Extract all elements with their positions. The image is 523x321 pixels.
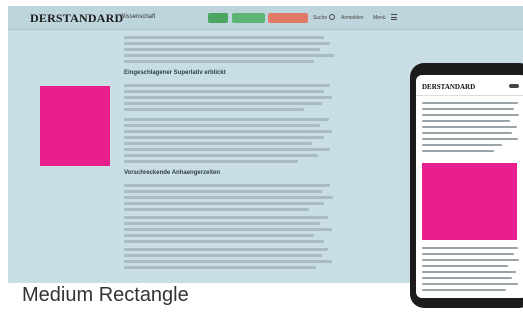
nav-link-menu[interactable]: Menü — [373, 15, 386, 21]
phone-text-line — [422, 114, 519, 116]
article-text-line — [124, 260, 332, 263]
nav-link-suche[interactable]: Suche — [313, 15, 327, 21]
article-text-line — [124, 96, 332, 99]
section-label[interactable]: › Wissenschaft — [116, 14, 155, 20]
article-text-line — [124, 184, 330, 187]
article-text-line — [124, 118, 329, 121]
article-text-line — [124, 130, 332, 133]
article-text-line — [124, 190, 322, 193]
article-text-line — [124, 208, 309, 211]
nav-pill-2[interactable] — [232, 13, 265, 23]
phone-text-line — [422, 277, 512, 279]
nav-link-anmelden[interactable]: Anmelden — [341, 15, 364, 21]
article-text-line — [124, 154, 318, 157]
key-icon[interactable] — [509, 84, 519, 88]
article-text-line — [124, 228, 332, 231]
phone-text-line — [422, 283, 518, 285]
phone-mockup: DERSTANDARD — [410, 63, 523, 308]
phone-text-line — [422, 102, 518, 104]
phone-text-line — [422, 265, 508, 267]
phone-site-logo[interactable]: DERSTANDARD — [422, 83, 475, 91]
article-text-line — [124, 240, 324, 243]
article-text-line — [124, 48, 320, 51]
phone-text-line — [422, 247, 518, 249]
menu-icon[interactable] — [391, 14, 397, 20]
article-text-line — [124, 54, 334, 57]
phone-text-line — [422, 126, 517, 128]
site-logo[interactable]: DERSTANDARD — [30, 11, 123, 26]
article-text-line — [124, 136, 324, 139]
article-text-line — [124, 148, 330, 151]
phone-text-line — [422, 144, 502, 146]
site-header: DERSTANDARD › Wissenschaft Suche Anmelde… — [8, 6, 523, 30]
article-text-line — [124, 102, 322, 105]
article-text-line — [124, 234, 314, 237]
article-text-line — [124, 124, 320, 127]
phone-text-line — [422, 150, 494, 152]
article-text-line — [124, 90, 324, 93]
divider — [416, 95, 523, 96]
article-text-line — [124, 266, 316, 269]
medium-rectangle-ad-mobile[interactable] — [422, 163, 517, 240]
article-text-line — [124, 42, 330, 45]
phone-text-line — [422, 108, 514, 110]
article-subheading: Eingeschlagener Superlativ erblickt — [124, 70, 226, 76]
nav-pill-1[interactable] — [208, 13, 228, 23]
article-text-line — [124, 84, 330, 87]
article-text-line — [124, 222, 320, 225]
nav-pill-3[interactable] — [268, 13, 308, 23]
article-text-line — [124, 160, 298, 163]
phone-text-line — [422, 138, 518, 140]
article-text-line — [124, 248, 328, 251]
caption: Medium Rectangle — [22, 284, 189, 306]
article-text-line — [124, 36, 324, 39]
article-text-line — [124, 202, 324, 205]
article-text-line — [124, 60, 314, 63]
phone-text-line — [422, 132, 512, 134]
article-text-line — [124, 196, 333, 199]
article-text-line — [124, 108, 304, 111]
medium-rectangle-ad-desktop[interactable] — [40, 86, 110, 166]
phone-text-line — [422, 120, 510, 122]
phone-text-line — [422, 271, 516, 273]
phone-screen: DERSTANDARD — [416, 75, 523, 298]
search-icon[interactable] — [329, 14, 335, 20]
phone-text-line — [422, 289, 506, 291]
article-text-line — [124, 254, 322, 257]
article-text-line — [124, 142, 312, 145]
article-text-line — [124, 216, 328, 219]
phone-text-line — [422, 259, 519, 261]
stage: DERSTANDARD › Wissenschaft Suche Anmelde… — [0, 0, 523, 321]
phone-text-line — [422, 253, 514, 255]
article-subheading: Vorschreckende Anhaengerzeiten — [124, 170, 221, 176]
